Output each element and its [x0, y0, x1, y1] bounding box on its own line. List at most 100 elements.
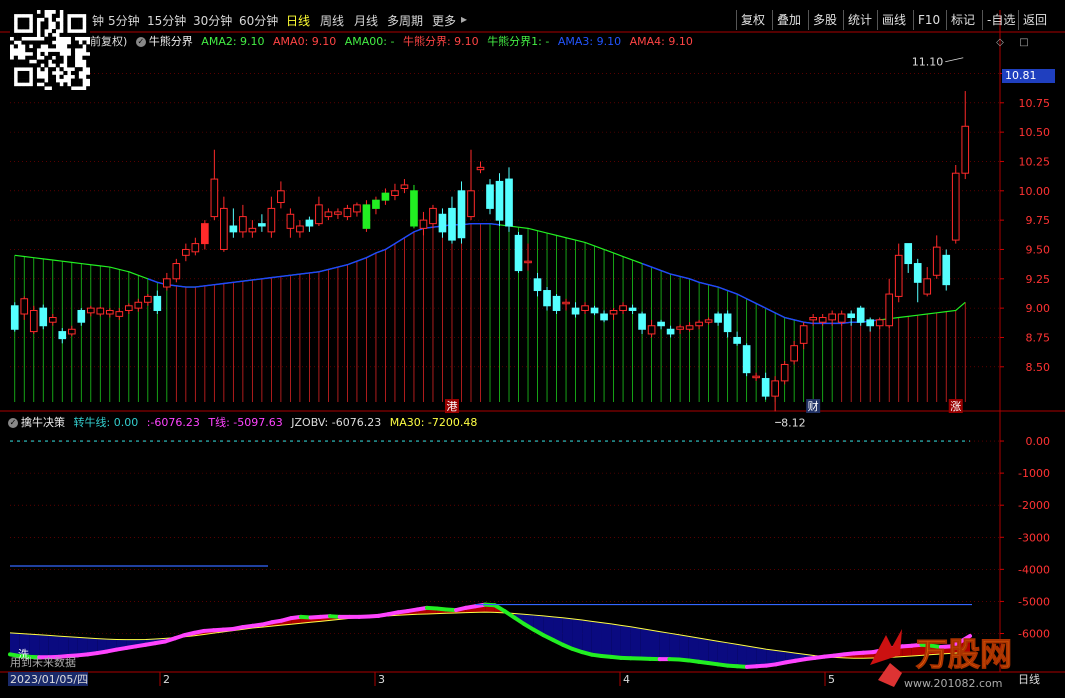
- candle-body-13: [134, 301, 143, 309]
- candle-body-86: [828, 313, 837, 321]
- future-data-note: 用到未来数据: [10, 655, 76, 669]
- fill-segment-61: [601, 622, 612, 657]
- candle-body-26: [258, 223, 266, 227]
- candle-body-11: [115, 311, 124, 317]
- candle-body-78: [752, 375, 760, 379]
- legend-bull-bear-1: 牛熊分界1: -: [487, 35, 550, 48]
- legend-t-line: T线: -5097.63: [208, 416, 283, 429]
- price-tick-label-3: 10.25: [1019, 155, 1051, 168]
- candle-body-28: [277, 190, 285, 204]
- tab-minute[interactable]: 钟: [92, 12, 104, 29]
- tab-60min[interactable]: 60分钟: [239, 12, 278, 29]
- fill-segment-73: [717, 641, 728, 666]
- price-tick-label-4: 10.00: [1019, 185, 1051, 198]
- candle-body-76: [733, 336, 741, 344]
- candle-body-83: [799, 325, 808, 344]
- tab-daily[interactable]: 日线: [286, 12, 310, 29]
- price-tick-label-5: 9.75: [1026, 214, 1051, 227]
- indicator-settings-icon[interactable]: ✓: [135, 37, 146, 47]
- more-chevron-icon[interactable]: ▸: [461, 12, 467, 26]
- sub-indicator-name[interactable]: 擒牛决策: [21, 416, 65, 429]
- candle-body-99: [951, 172, 960, 241]
- candle-body-58: [562, 301, 570, 305]
- candle-body-14: [143, 295, 152, 303]
- brand-watermark: 万股网 www.201082.com: [870, 629, 1013, 690]
- candle-body-36: [353, 204, 361, 213]
- statistics-button[interactable]: 统计: [843, 10, 876, 30]
- candle-body-27: [267, 207, 276, 233]
- diamond-icon: ◇: [996, 37, 1004, 48]
- tab-weekly[interactable]: 周线: [320, 12, 344, 29]
- watchlist-button[interactable]: -自选: [982, 10, 1019, 30]
- candle-body-48: [467, 190, 475, 218]
- tab-30min[interactable]: 30分钟: [193, 12, 232, 29]
- f10-button[interactable]: F10: [913, 10, 944, 30]
- chart-canvas: 11.0010.7510.5010.2510.009.759.509.259.0…: [0, 10, 1065, 686]
- candle-body-29: [286, 213, 295, 229]
- candle-body-8: [86, 307, 95, 314]
- mark-button[interactable]: 标记: [946, 10, 979, 30]
- candle-body-60: [581, 305, 589, 311]
- price-tick-label-10: 8.50: [1026, 361, 1051, 374]
- sub-tick-label-1: -1000: [1018, 467, 1050, 480]
- candle-body-67: [647, 325, 656, 335]
- tab-more[interactable]: 更多: [432, 12, 456, 29]
- candle-body-93: [894, 254, 903, 297]
- main-indicator-name[interactable]: 牛熊分界: [149, 35, 193, 48]
- tab-monthly[interactable]: 月线: [354, 12, 378, 29]
- candle-body-75: [723, 313, 732, 333]
- start-date-label: 2023/01/05/四: [10, 673, 88, 686]
- price-tick-label-7: 9.25: [1026, 273, 1051, 286]
- fill-segment-62: [611, 623, 621, 658]
- candle-body-39: [381, 192, 390, 201]
- overlay-button[interactable]: 叠加: [772, 10, 805, 30]
- candle-body-46: [448, 207, 456, 241]
- price-tick-label-8: 9.00: [1026, 302, 1051, 315]
- tab-5min[interactable]: 5分钟: [108, 12, 140, 29]
- fill-segment-66: [650, 629, 660, 660]
- candle-body-85: [818, 317, 827, 323]
- candle-body-35: [343, 207, 352, 218]
- sub-tick-label-0: 0.00: [1026, 435, 1051, 448]
- month-label-0: 2: [163, 673, 170, 686]
- candle-body-80: [771, 380, 779, 397]
- candle-body-96: [923, 278, 932, 295]
- candle-body-68: [657, 321, 665, 327]
- candle-body-31: [305, 219, 314, 227]
- fill-segment-71: [698, 637, 709, 664]
- candle-body-53: [514, 234, 523, 272]
- candle-body-95: [913, 263, 922, 283]
- candle-body-37: [362, 204, 371, 229]
- candle-body-66: [638, 313, 646, 330]
- candle-body-32: [315, 204, 323, 225]
- candle-body-1: [20, 298, 29, 315]
- candle-body-100: [961, 125, 970, 174]
- candle-body-5: [58, 331, 67, 340]
- candle-body-9: [96, 307, 105, 315]
- price-tick-label-2: 10.50: [1019, 126, 1051, 139]
- toolbar: 钟 5分钟 15分钟 30分钟 60分钟 日线 周线 月线 多周期 更多 ▸ 复…: [0, 10, 1065, 32]
- legend-jzobv: JZOBV: -6076.23: [291, 416, 382, 429]
- back-button[interactable]: 返回: [1018, 10, 1051, 30]
- tab-multi-period[interactable]: 多周期: [387, 12, 423, 29]
- candle-body-88: [847, 313, 856, 319]
- adjust-button[interactable]: 复权: [736, 10, 769, 30]
- candle-body-3: [39, 307, 48, 327]
- multi-stock-button[interactable]: 多股: [808, 10, 841, 30]
- sub-indicator-settings-icon[interactable]: ✓: [8, 418, 18, 428]
- high-price-pointer: [945, 57, 964, 63]
- legend-ama00: AMA00: -: [344, 35, 395, 48]
- candle-body-2: [29, 309, 38, 333]
- candle-body-70: [676, 326, 684, 330]
- tab-15min[interactable]: 15分钟: [147, 12, 186, 29]
- fill-segment-4: [48, 635, 59, 658]
- candle-body-40: [391, 190, 399, 196]
- fill-segment-75: [737, 644, 747, 667]
- candle-body-18: [182, 248, 190, 256]
- current-price-badge: 10.81: [1002, 69, 1055, 83]
- candle-body-57: [552, 295, 561, 311]
- legend-bull-bear: 牛熊分界: 9.10: [402, 35, 479, 48]
- fill-segment-70: [688, 636, 699, 662]
- draw-line-button[interactable]: 画线: [877, 10, 910, 30]
- candle-body-38: [372, 199, 380, 209]
